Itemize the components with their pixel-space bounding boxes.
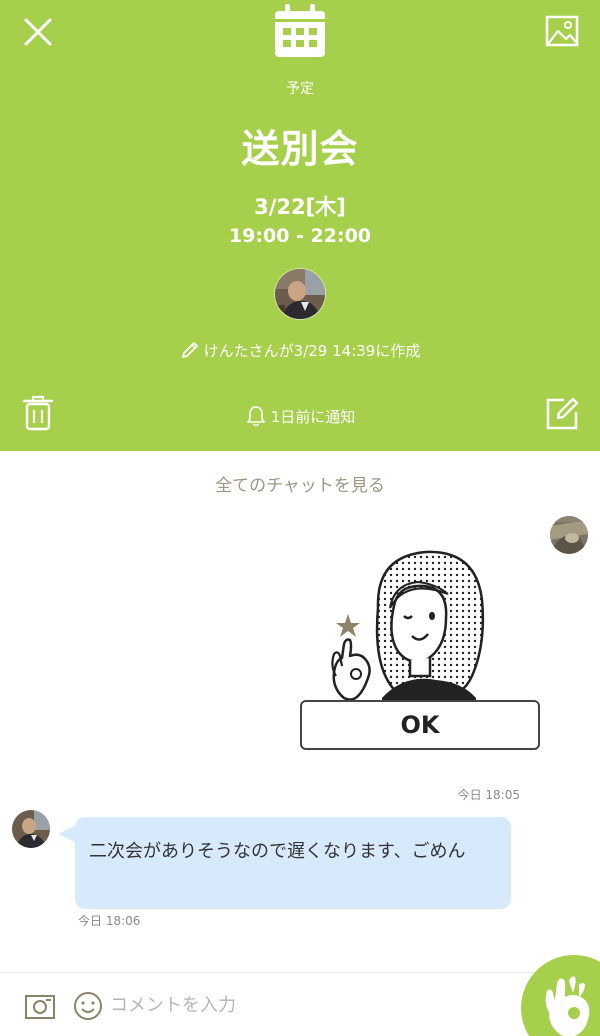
emoji-button[interactable] bbox=[72, 990, 104, 1022]
message-text: 二次会がありそうなので遅くなります、ごめん bbox=[89, 841, 466, 862]
notification-setting[interactable]: 1日前に通知 bbox=[0, 405, 600, 427]
event-title: 送別会 bbox=[241, 127, 359, 171]
emoji-icon bbox=[74, 992, 102, 1020]
event-date: 3/22[木] bbox=[254, 195, 346, 219]
see-all-chats-link[interactable]: 全てのチャットを見る bbox=[0, 471, 600, 496]
created-text: けんたさんが3/29 14:39に作成 bbox=[203, 342, 421, 360]
bell-icon bbox=[246, 406, 265, 427]
message-timestamp: 今日 18:06 bbox=[78, 914, 141, 928]
event-header: 予定 送別会 3/22[木] 19:00 - 22:00 けんたさんが3/29 … bbox=[0, 0, 600, 451]
message-bubble-tail bbox=[58, 825, 76, 843]
notify-text: 1日前に通知 bbox=[270, 408, 356, 426]
sticker-timestamp: 今日 18:05 bbox=[457, 788, 520, 802]
camera-button[interactable] bbox=[24, 992, 56, 1020]
self-avatar[interactable] bbox=[550, 516, 588, 554]
edit-icon bbox=[546, 397, 579, 430]
image-button[interactable] bbox=[544, 14, 580, 48]
event-type-label: 予定 bbox=[286, 81, 314, 97]
ok-sticker-label: OK bbox=[300, 700, 540, 750]
image-icon bbox=[545, 15, 579, 47]
creator-avatar[interactable] bbox=[274, 268, 326, 320]
comment-input[interactable] bbox=[110, 988, 500, 1022]
calendar-icon bbox=[272, 2, 328, 60]
close-icon bbox=[24, 18, 52, 46]
event-time: 19:00 - 22:00 bbox=[228, 225, 372, 247]
message-bubble[interactable]: 二次会がありそうなので遅くなります、ごめん bbox=[75, 817, 511, 909]
edit-button[interactable] bbox=[544, 396, 580, 432]
ok-reaction-button[interactable] bbox=[521, 955, 600, 1036]
camera-icon bbox=[25, 995, 55, 1019]
sender-avatar[interactable] bbox=[12, 810, 50, 848]
close-button[interactable] bbox=[20, 14, 56, 50]
created-info: けんたさんが3/29 14:39に作成 bbox=[0, 340, 600, 361]
ok-hand-icon bbox=[545, 976, 590, 1036]
pencil-icon bbox=[181, 342, 198, 358]
